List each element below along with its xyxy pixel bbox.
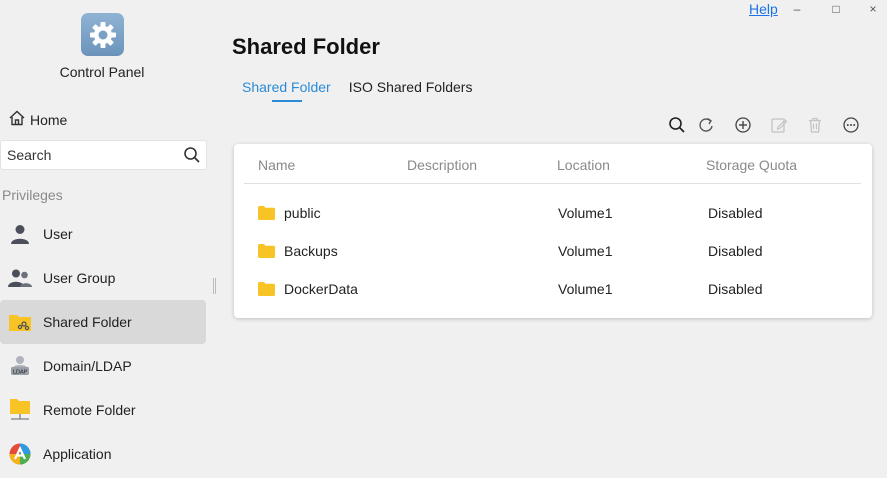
shared-folder-icon bbox=[8, 310, 32, 334]
application-icon bbox=[8, 442, 32, 466]
more-icon[interactable] bbox=[841, 115, 861, 135]
gear-icon bbox=[81, 13, 124, 56]
folder-icon bbox=[258, 244, 275, 263]
cell-name: public bbox=[284, 205, 321, 221]
add-icon[interactable] bbox=[733, 115, 753, 135]
folder-icon bbox=[258, 206, 275, 225]
sidebar-item-label: User bbox=[43, 226, 73, 242]
sidebar-item-label: Application bbox=[43, 446, 112, 462]
section-label-privileges: Privileges bbox=[2, 187, 63, 203]
user-group-icon bbox=[8, 266, 32, 290]
sidebar-item-remote-folder[interactable]: Remote Folder bbox=[0, 388, 206, 432]
cell-name: DockerData bbox=[284, 281, 358, 297]
delete-icon[interactable] bbox=[805, 115, 825, 135]
sidebar-item-domain-ldap[interactable]: LDAP Domain/LDAP bbox=[0, 344, 206, 388]
search-box bbox=[0, 140, 207, 170]
search-icon[interactable] bbox=[667, 115, 687, 135]
page-title: Shared Folder bbox=[232, 34, 380, 59]
cell-location: Volume1 bbox=[558, 243, 613, 259]
cell-name: Backups bbox=[284, 243, 338, 259]
sidebar-resize-handle[interactable] bbox=[213, 278, 216, 294]
maximize-button[interactable]: □ bbox=[826, 0, 846, 18]
cell-location: Volume1 bbox=[558, 205, 613, 221]
minimize-button[interactable]: – bbox=[787, 0, 807, 18]
tab-bar: Shared Folder ISO Shared Folders bbox=[242, 79, 490, 102]
table-row[interactable]: Backups Volume1 Disabled bbox=[234, 232, 872, 270]
sidebar-item-label: User Group bbox=[43, 270, 116, 286]
table-row[interactable]: public Volume1 Disabled bbox=[234, 194, 872, 232]
user-icon bbox=[8, 222, 32, 246]
home-icon bbox=[8, 109, 30, 130]
cell-location: Volume1 bbox=[558, 281, 613, 297]
table-row[interactable]: DockerData Volume1 Disabled bbox=[234, 270, 872, 308]
search-input[interactable] bbox=[1, 147, 171, 163]
close-button[interactable]: × bbox=[863, 0, 883, 18]
cell-storage-quota: Disabled bbox=[708, 205, 763, 221]
sidebar-item-label: Shared Folder bbox=[43, 314, 132, 330]
svg-text:LDAP: LDAP bbox=[13, 369, 28, 375]
help-link[interactable]: Help bbox=[749, 1, 778, 17]
sidebar-item-shared-folder[interactable]: Shared Folder bbox=[0, 300, 206, 344]
column-header-location[interactable]: Location bbox=[557, 157, 610, 173]
sidebar-item-label: Domain/LDAP bbox=[43, 358, 132, 374]
ldap-icon: LDAP bbox=[8, 354, 32, 378]
home-link[interactable]: Home bbox=[8, 109, 67, 130]
cell-storage-quota: Disabled bbox=[708, 281, 763, 297]
table-header: Name Description Location Storage Quota bbox=[244, 144, 861, 184]
folder-icon bbox=[258, 282, 275, 301]
sidebar-item-application[interactable]: Application bbox=[0, 432, 206, 476]
home-label: Home bbox=[30, 111, 68, 128]
app-title: Control Panel bbox=[59, 64, 145, 80]
sidebar-item-user-group[interactable]: User Group bbox=[0, 256, 206, 300]
search-icon[interactable] bbox=[183, 146, 201, 169]
tab-shared-folder[interactable]: Shared Folder bbox=[242, 79, 331, 102]
shared-folder-table: Name Description Location Storage Quota … bbox=[234, 144, 872, 318]
column-header-description[interactable]: Description bbox=[407, 157, 477, 173]
tab-iso-shared-folders[interactable]: ISO Shared Folders bbox=[349, 79, 473, 100]
column-header-name[interactable]: Name bbox=[258, 157, 295, 173]
sidebar-item-user[interactable]: User bbox=[0, 212, 206, 256]
sidebar: Control Panel Home Privileges User User … bbox=[0, 0, 214, 478]
sidebar-item-label: Remote Folder bbox=[43, 402, 136, 418]
refresh-icon[interactable] bbox=[696, 115, 716, 135]
column-header-storage-quota[interactable]: Storage Quota bbox=[706, 157, 797, 173]
cell-storage-quota: Disabled bbox=[708, 243, 763, 259]
edit-icon[interactable] bbox=[769, 115, 789, 135]
remote-folder-icon bbox=[8, 398, 32, 422]
